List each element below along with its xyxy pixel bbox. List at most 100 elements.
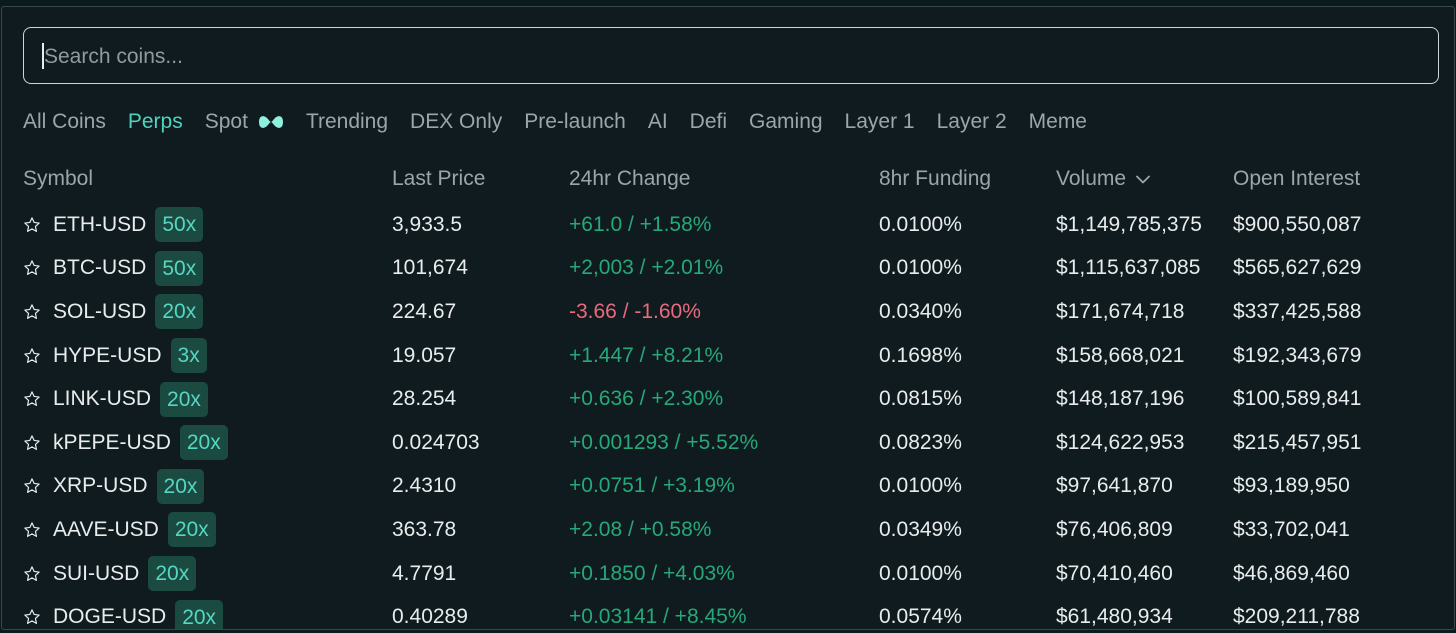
volume-cell: $1,149,785,375 bbox=[1056, 212, 1202, 236]
tab-label: Spot bbox=[204, 110, 248, 133]
table-row[interactable]: ETH-USD 50x 3,933.5 +61.0 / +1.58% 0.0100% $1… bbox=[2, 203, 1454, 247]
tab-label: DEX Only bbox=[410, 110, 503, 133]
open-interest-cell: $337,425,588 bbox=[1233, 299, 1362, 323]
symbol-cell: HYPE-USD 3x bbox=[23, 334, 207, 378]
symbol-label: kPEPE-USD bbox=[53, 430, 171, 454]
star-icon[interactable] bbox=[23, 303, 41, 321]
header-volume[interactable]: Volume bbox=[1056, 167, 1150, 191]
tab-defi[interactable]: Defi bbox=[690, 110, 727, 134]
tab-layer-1[interactable]: Layer 1 bbox=[845, 110, 915, 134]
header-symbol-label: Symbol bbox=[23, 167, 94, 190]
volume-cell: $70,410,460 bbox=[1056, 561, 1173, 585]
table-row[interactable]: AAVE-USD 20x 363.78 +2.08 / +0.58% 0.0349% $7… bbox=[2, 508, 1454, 552]
leverage-badge: 20x bbox=[175, 599, 224, 629]
funding-cell: 0.1698% bbox=[879, 343, 962, 367]
tab-label: Meme bbox=[1028, 110, 1087, 133]
symbol-cell: XRP-USD 20x bbox=[23, 465, 205, 509]
funding-cell: 0.0349% bbox=[879, 517, 962, 541]
star-icon[interactable] bbox=[23, 390, 41, 408]
last-price-cell: 0.40289 bbox=[392, 605, 468, 629]
funding-cell: 0.0823% bbox=[879, 430, 962, 454]
last-price-cell: 28.254 bbox=[392, 387, 457, 411]
tab-dex-only[interactable]: DEX Only bbox=[410, 110, 502, 134]
star-icon[interactable] bbox=[23, 216, 41, 234]
header-8hr-funding[interactable]: 8hr Funding bbox=[879, 167, 991, 191]
leverage-badge: 50x bbox=[155, 250, 204, 286]
funding-cell: 0.0815% bbox=[879, 387, 962, 411]
table-row[interactable]: kPEPE-USD 20x 0.024703 +0.001293 / +5.52% 0.… bbox=[2, 421, 1454, 465]
tab-all-coins[interactable]: All Coins bbox=[23, 110, 106, 134]
volume-cell: $97,641,870 bbox=[1056, 474, 1173, 498]
change-24h-cell: +2,003 / +2.01% bbox=[569, 256, 724, 280]
star-icon[interactable] bbox=[23, 521, 41, 539]
volume-cell: $158,668,021 bbox=[1056, 343, 1185, 367]
symbol-cell: ETH-USD 50x bbox=[23, 203, 204, 247]
tab-label: All Coins bbox=[23, 110, 106, 133]
table-row[interactable]: SOL-USD 20x 224.67 -3.66 / -1.60% 0.0340% $17… bbox=[2, 290, 1454, 334]
symbol-label: BTC-USD bbox=[53, 256, 147, 280]
last-price-cell: 2.4310 bbox=[392, 474, 457, 498]
table-row[interactable]: XRP-USD 20x 2.4310 +0.0751 / +3.19% 0.0100% $… bbox=[2, 465, 1454, 509]
volume-cell: $124,622,953 bbox=[1056, 430, 1185, 454]
tab-meme[interactable]: Meme bbox=[1029, 110, 1087, 134]
table-row[interactable]: LINK-USD 20x 28.254 +0.636 / +2.30% 0.0815% $… bbox=[2, 377, 1454, 421]
leverage-badge: 20x bbox=[155, 294, 204, 330]
tab-label: Layer 1 bbox=[844, 110, 915, 133]
tab-gaming[interactable]: Gaming bbox=[749, 110, 823, 134]
change-24h-cell: +0.001293 / +5.52% bbox=[569, 430, 759, 454]
table-row[interactable]: HYPE-USD 3x 19.057 +1.447 / +8.21% 0.1698% $1… bbox=[2, 334, 1454, 378]
chevron-down-icon bbox=[1136, 175, 1150, 183]
leverage-badge: 20x bbox=[179, 425, 228, 461]
tab-label: Gaming bbox=[749, 110, 823, 133]
open-interest-cell: $192,343,679 bbox=[1233, 343, 1362, 367]
tab-perps[interactable]: Perps bbox=[128, 110, 183, 134]
tab-layer-2[interactable]: Layer 2 bbox=[937, 110, 1007, 134]
open-interest-cell: $565,627,629 bbox=[1233, 256, 1362, 280]
change-24h-cell: +1.447 / +8.21% bbox=[569, 343, 724, 367]
table-row[interactable]: BTC-USD 50x 101,674 +2,003 / +2.01% 0.0100% $… bbox=[2, 247, 1454, 291]
leverage-badge: 20x bbox=[148, 556, 197, 592]
search-input[interactable] bbox=[42, 28, 1416, 85]
header-last-price[interactable]: Last Price bbox=[392, 167, 485, 191]
tab-trending[interactable]: Trending bbox=[306, 110, 388, 134]
category-tabs: All Coins Perps Spot Trending DEX Only Pre-la… bbox=[23, 107, 1109, 137]
header-24hr-change-label: 24hr Change bbox=[569, 167, 691, 190]
table-row[interactable]: DOGE-USD 20x 0.40289 +0.03141 / +8.45% 0.057… bbox=[2, 595, 1454, 629]
symbol-label: SUI-USD bbox=[53, 561, 140, 585]
funding-cell: 0.0100% bbox=[879, 474, 962, 498]
header-symbol[interactable]: Symbol bbox=[23, 167, 93, 191]
leverage-badge: 20x bbox=[156, 468, 205, 504]
star-icon[interactable] bbox=[23, 434, 41, 452]
tab-label: Trending bbox=[305, 110, 389, 133]
symbol-cell: AAVE-USD 20x bbox=[23, 508, 216, 552]
search-box[interactable] bbox=[23, 27, 1439, 85]
header-open-interest-label: Open Interest bbox=[1233, 167, 1361, 190]
star-icon[interactable] bbox=[23, 347, 41, 365]
table-row[interactable]: SUI-USD 20x 4.7791 +0.1850 / +4.03% 0.0100% $… bbox=[2, 552, 1454, 596]
header-open-interest[interactable]: Open Interest bbox=[1233, 167, 1360, 191]
volume-cell: $1,115,637,085 bbox=[1056, 256, 1201, 280]
tab-label: Perps bbox=[127, 110, 183, 133]
funding-cell: 0.0100% bbox=[879, 212, 962, 236]
change-24h-cell: +61.0 / +1.58% bbox=[569, 212, 712, 236]
symbol-cell: DOGE-USD 20x bbox=[23, 595, 224, 629]
last-price-cell: 19.057 bbox=[392, 343, 457, 367]
symbol-cell: BTC-USD 50x bbox=[23, 247, 204, 291]
markets-panel: All Coins Perps Spot Trending DEX Only Pre-la… bbox=[1, 6, 1455, 630]
tab-ai[interactable]: AI bbox=[648, 110, 668, 134]
header-24hr-change[interactable]: 24hr Change bbox=[569, 167, 690, 191]
star-icon[interactable] bbox=[23, 565, 41, 583]
star-icon[interactable] bbox=[23, 477, 41, 495]
hyperliquid-logo-icon bbox=[258, 116, 283, 128]
tab-spot[interactable]: Spot bbox=[205, 110, 284, 134]
star-icon[interactable] bbox=[23, 608, 41, 626]
markets-table-body: ETH-USD 50x 3,933.5 +61.0 / +1.58% 0.0100% $1… bbox=[2, 203, 1454, 629]
star-icon[interactable] bbox=[23, 259, 41, 277]
symbol-cell: kPEPE-USD 20x bbox=[23, 421, 228, 465]
open-interest-cell: $900,550,087 bbox=[1233, 212, 1362, 236]
tab-pre-launch[interactable]: Pre-launch bbox=[524, 110, 626, 134]
symbol-label: LINK-USD bbox=[53, 387, 152, 411]
open-interest-cell: $33,702,041 bbox=[1233, 517, 1350, 541]
leverage-badge: 20x bbox=[160, 381, 208, 417]
last-price-cell: 363.78 bbox=[392, 517, 457, 541]
